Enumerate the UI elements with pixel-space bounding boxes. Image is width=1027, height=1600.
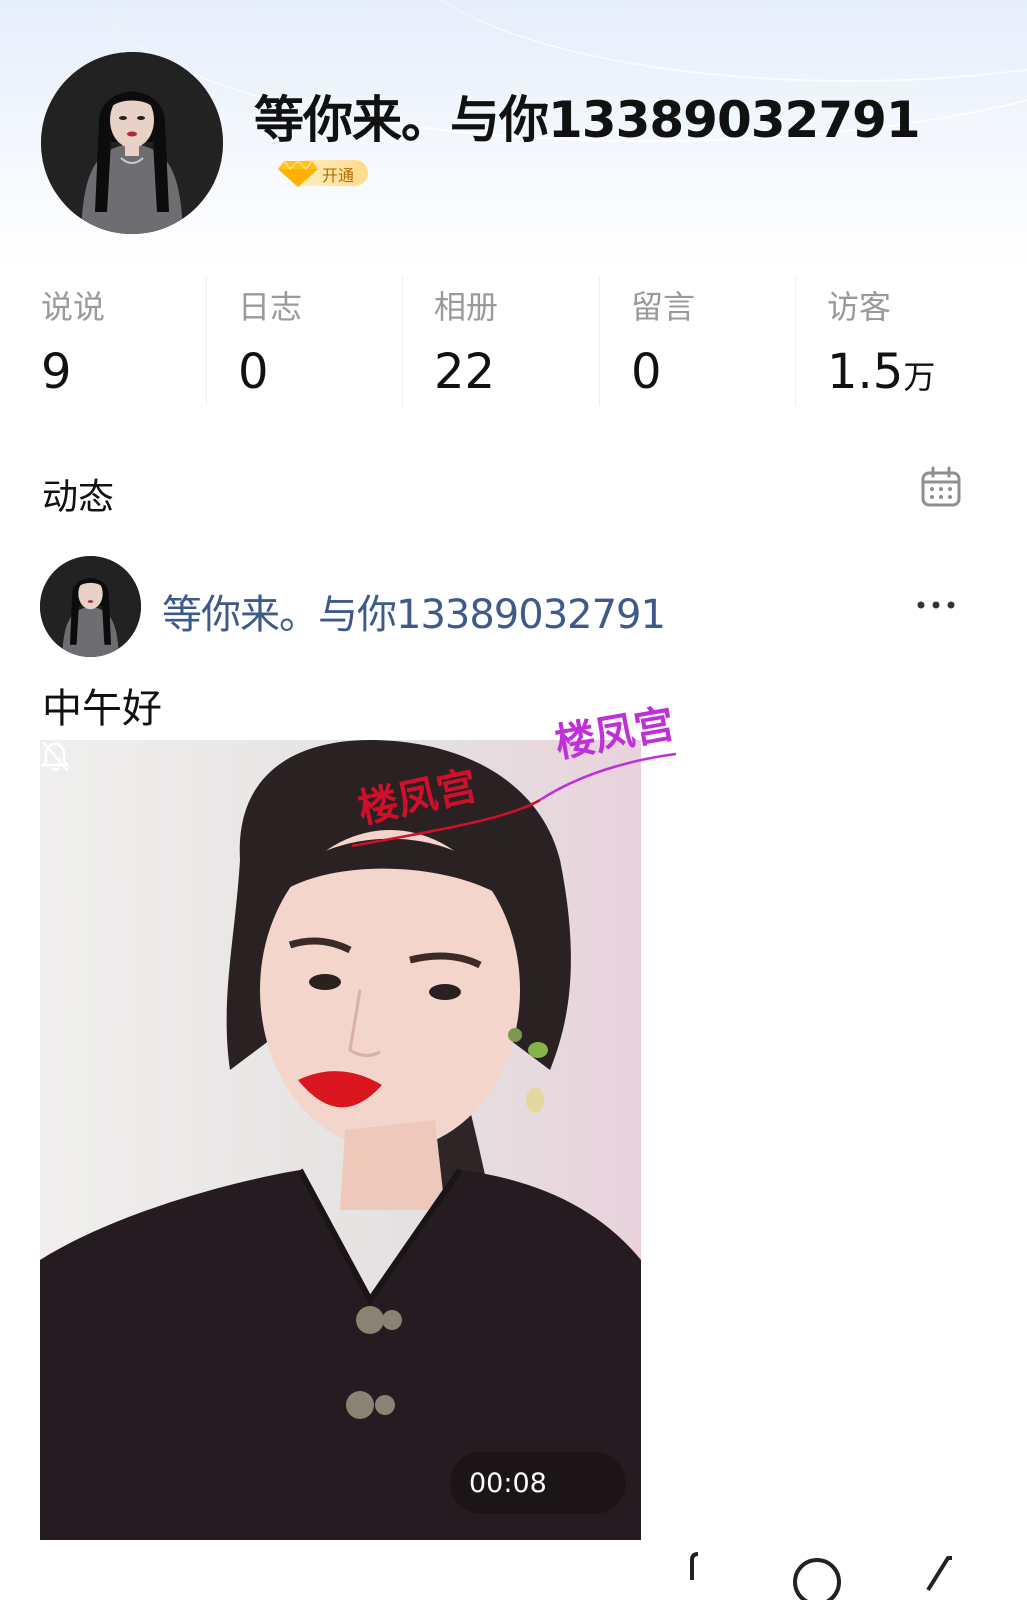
watermark-underline: [351, 752, 677, 848]
stat-messages[interactable]: 留言 0: [631, 276, 827, 406]
feed-title: 动态: [42, 477, 115, 518]
calendar-icon[interactable]: [920, 466, 962, 508]
stat-blog[interactable]: 日志 0: [238, 276, 434, 406]
vip-badge[interactable]: 开通: [276, 155, 370, 189]
more-options-icon[interactable]: [916, 598, 956, 612]
stat-label: 日志: [238, 288, 303, 326]
stat-value: 0: [238, 344, 269, 400]
video-frame: [40, 740, 641, 1540]
stat-label: 相册: [434, 288, 499, 326]
stat-divider: [795, 276, 796, 406]
stat-visitors[interactable]: 访客 1.5万: [827, 276, 1023, 406]
stats-bar: 说说 9 日志 0 相册 22 留言 0 访客 1.5万: [0, 276, 1027, 406]
stat-value: 9: [41, 344, 72, 400]
post-author-avatar[interactable]: [40, 556, 141, 657]
stat-divider: [206, 276, 207, 406]
stat-value: 1.5万: [827, 344, 936, 400]
stat-value: 22: [434, 344, 496, 400]
stat-label: 访客: [827, 288, 892, 326]
stat-album[interactable]: 相册 22: [434, 276, 630, 406]
mute-icon[interactable]: [40, 740, 70, 772]
comment-icon: [793, 1558, 841, 1600]
post-video[interactable]: 00:08: [40, 740, 641, 1540]
diamond-icon: [278, 159, 318, 187]
stat-shuoshuo[interactable]: 说说 9: [41, 276, 237, 406]
stat-value: 0: [631, 344, 662, 400]
post-author-name[interactable]: 等你来。与你13389032791: [162, 582, 666, 640]
share-icon: [926, 1556, 952, 1592]
like-icon: [690, 1552, 699, 1580]
profile-name: 等你来。与你13389032791: [254, 91, 921, 149]
stat-label: 说说: [41, 288, 106, 326]
stat-divider: [402, 276, 403, 406]
post-text: 中午好: [42, 686, 162, 732]
post-action-icons: [690, 1552, 952, 1600]
stat-divider: [599, 276, 600, 406]
vip-label: 开通: [322, 166, 355, 185]
profile-avatar[interactable]: [41, 52, 223, 234]
video-duration: 00:08: [469, 1468, 547, 1499]
stat-label: 留言: [631, 288, 696, 326]
